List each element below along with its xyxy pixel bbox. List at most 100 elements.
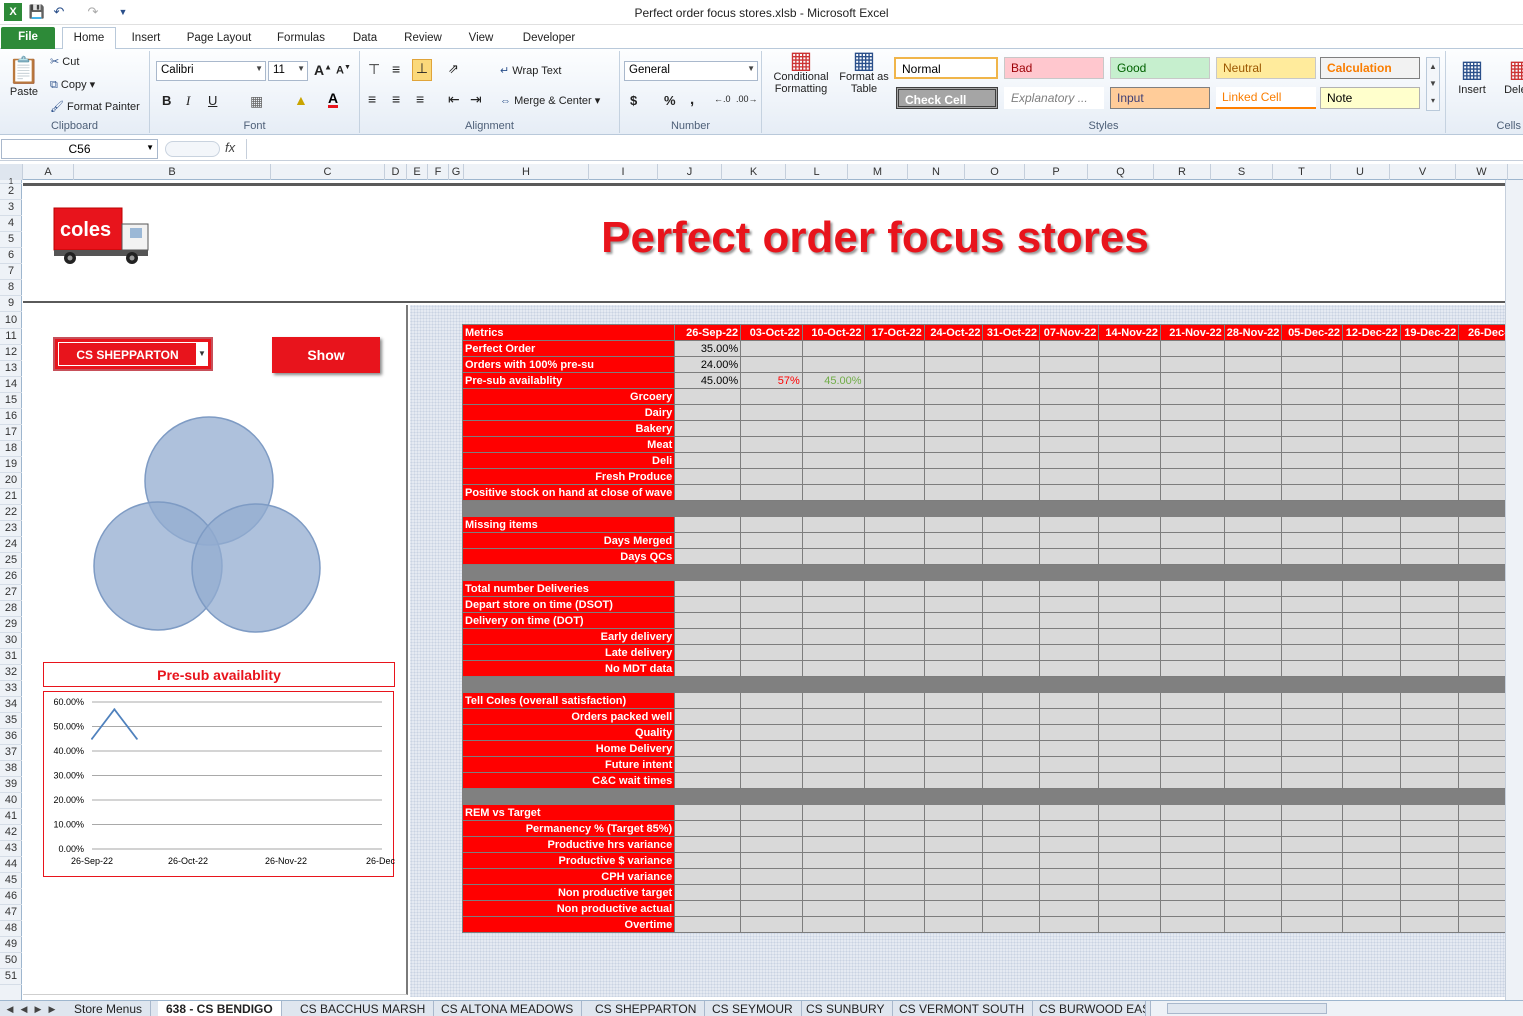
metric-cell[interactable] bbox=[1342, 388, 1401, 405]
metric-cell[interactable] bbox=[1098, 612, 1161, 629]
metric-cell[interactable] bbox=[1038, 820, 1100, 837]
metric-cell[interactable] bbox=[1399, 820, 1460, 837]
style-good[interactable]: Good bbox=[1110, 57, 1210, 79]
metric-cell[interactable] bbox=[1399, 804, 1460, 821]
metric-cell[interactable] bbox=[674, 724, 742, 741]
metric-cell[interactable] bbox=[1342, 852, 1401, 869]
metric-cell[interactable] bbox=[740, 772, 803, 789]
metric-cell[interactable] bbox=[1159, 644, 1225, 661]
metric-cell[interactable] bbox=[1223, 708, 1283, 725]
shrink-font-icon[interactable]: A▼ bbox=[336, 64, 351, 77]
metric-cell[interactable] bbox=[923, 452, 984, 469]
font-size-combo[interactable]: 11 ▼ bbox=[268, 61, 308, 81]
metric-cell[interactable] bbox=[801, 644, 865, 661]
align-bottom-icon[interactable]: ⊥ bbox=[412, 59, 432, 81]
metric-cell[interactable] bbox=[1342, 756, 1401, 773]
increase-decimal-icon[interactable]: ←.0 bbox=[714, 94, 731, 104]
metric-cell[interactable] bbox=[923, 852, 984, 869]
metric-label[interactable]: C&C wait times bbox=[461, 772, 676, 789]
metric-cell[interactable] bbox=[674, 820, 742, 837]
metric-cell[interactable] bbox=[1281, 644, 1344, 661]
metric-cell[interactable] bbox=[923, 756, 984, 773]
metric-cell[interactable] bbox=[1281, 724, 1344, 741]
tab-data[interactable]: Data bbox=[342, 28, 388, 49]
metric-cell[interactable] bbox=[1281, 404, 1344, 421]
metric-cell[interactable] bbox=[863, 372, 925, 389]
metric-cell[interactable] bbox=[1159, 804, 1225, 821]
metric-cell[interactable] bbox=[1281, 868, 1344, 885]
metric-cell[interactable] bbox=[740, 340, 803, 357]
metric-cell[interactable] bbox=[1159, 660, 1225, 677]
metric-cell[interactable] bbox=[923, 516, 984, 533]
sheet-tab[interactable]: CS ALTONA MEADOWS bbox=[433, 1001, 583, 1016]
conditional-formatting-button[interactable]: ▦ Conditional Formatting bbox=[768, 49, 834, 96]
metric-cell[interactable] bbox=[1098, 836, 1161, 853]
metric-cell[interactable] bbox=[1281, 548, 1344, 565]
row-header[interactable]: 4 bbox=[0, 216, 22, 232]
metric-cell[interactable] bbox=[923, 404, 984, 421]
metric-cell[interactable] bbox=[863, 404, 925, 421]
metric-cell[interactable]: 35.00% bbox=[674, 340, 742, 357]
column-header[interactable]: W bbox=[1456, 164, 1508, 180]
column-header[interactable]: L bbox=[786, 164, 848, 180]
metric-cell[interactable] bbox=[1281, 836, 1344, 853]
metric-cell[interactable] bbox=[740, 516, 803, 533]
metric-cell[interactable] bbox=[740, 660, 803, 677]
metric-cell[interactable] bbox=[923, 836, 984, 853]
row-header[interactable]: 50 bbox=[0, 953, 22, 969]
metric-cell[interactable] bbox=[863, 340, 925, 357]
metric-cell[interactable] bbox=[982, 420, 1040, 437]
metric-cell[interactable] bbox=[1342, 532, 1401, 549]
metric-cell[interactable] bbox=[1399, 580, 1460, 597]
metric-cell[interactable] bbox=[740, 804, 803, 821]
metric-cell[interactable] bbox=[863, 868, 925, 885]
metric-cell[interactable] bbox=[1223, 772, 1283, 789]
metric-cell[interactable] bbox=[740, 900, 803, 917]
metric-cell[interactable] bbox=[1223, 356, 1283, 373]
metric-cell[interactable] bbox=[1038, 740, 1100, 757]
row-header[interactable]: 27 bbox=[0, 585, 22, 601]
tab-formulas[interactable]: Formulas bbox=[268, 28, 334, 49]
metric-cell[interactable] bbox=[1159, 852, 1225, 869]
metric-cell[interactable] bbox=[801, 628, 865, 645]
metric-cell[interactable] bbox=[1399, 340, 1460, 357]
metric-label[interactable]: REM vs Target bbox=[461, 804, 676, 821]
metric-cell[interactable] bbox=[1038, 468, 1100, 485]
metric-cell[interactable] bbox=[1281, 916, 1344, 933]
font-color-icon[interactable]: A bbox=[328, 91, 339, 108]
metric-cell[interactable] bbox=[1159, 532, 1225, 549]
metric-cell[interactable] bbox=[982, 804, 1040, 821]
metric-cell[interactable] bbox=[1159, 836, 1225, 853]
metric-cell[interactable] bbox=[1159, 484, 1225, 501]
metric-cell[interactable] bbox=[1223, 740, 1283, 757]
metric-cell[interactable] bbox=[1399, 468, 1460, 485]
metric-cell[interactable] bbox=[740, 580, 803, 597]
row-header[interactable]: 37 bbox=[0, 745, 22, 761]
metric-cell[interactable] bbox=[1098, 532, 1161, 549]
row-header[interactable]: 15 bbox=[0, 393, 22, 409]
metric-label[interactable]: Productive $ variance bbox=[461, 852, 676, 869]
row-header[interactable]: 34 bbox=[0, 697, 22, 713]
column-header[interactable]: B bbox=[74, 164, 271, 180]
metric-cell[interactable] bbox=[1281, 356, 1344, 373]
metric-cell[interactable] bbox=[863, 644, 925, 661]
metric-cell[interactable] bbox=[801, 820, 865, 837]
metric-cell[interactable] bbox=[674, 804, 742, 821]
column-header[interactable]: I bbox=[589, 164, 658, 180]
metric-label[interactable]: Days Merged bbox=[461, 532, 676, 549]
metric-cell[interactable] bbox=[1098, 452, 1161, 469]
metric-label[interactable]: Bakery bbox=[461, 420, 676, 437]
metric-cell[interactable] bbox=[740, 468, 803, 485]
comma-button[interactable]: , bbox=[690, 91, 694, 108]
metric-cell[interactable] bbox=[923, 660, 984, 677]
format-painter-button[interactable]: 🖌 Format Painter bbox=[50, 100, 140, 113]
metric-cell[interactable] bbox=[1342, 484, 1401, 501]
metric-cell[interactable] bbox=[674, 516, 742, 533]
metric-cell[interactable] bbox=[1038, 516, 1100, 533]
show-button[interactable]: Show bbox=[272, 337, 380, 373]
metric-cell[interactable] bbox=[1159, 404, 1225, 421]
percent-button[interactable]: % bbox=[664, 93, 676, 108]
metric-cell[interactable] bbox=[1159, 516, 1225, 533]
metric-cell[interactable] bbox=[740, 724, 803, 741]
metric-cell[interactable] bbox=[1098, 468, 1161, 485]
